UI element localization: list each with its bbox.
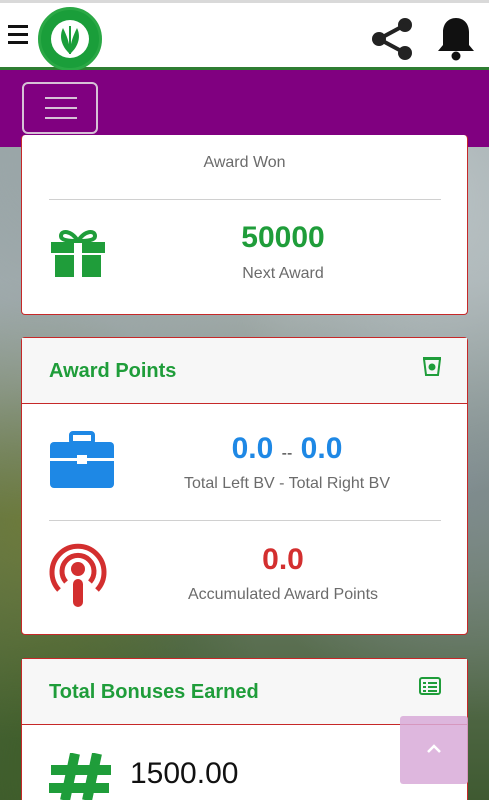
podcast-icon (49, 543, 107, 607)
award-won-label: Award Won (203, 154, 286, 171)
divider (49, 520, 441, 521)
share-icon[interactable] (368, 15, 416, 63)
accumulated-award-points-value: 0.0 (262, 543, 304, 576)
next-award-value: 50000 (241, 221, 325, 254)
bell-icon[interactable] (436, 15, 476, 61)
hamburger-icon[interactable] (8, 21, 30, 49)
natures-renaissance-logo[interactable] (38, 7, 102, 71)
award-points-card: Award Points 0.0 -- 0.0 Total Left BV - … (21, 337, 468, 635)
scroll-to-top-button[interactable] (400, 716, 468, 784)
cup-icon (423, 357, 441, 376)
right-bv-value: 0.0 (300, 432, 343, 465)
total-bonuses-title: Total Bonuses Earned (49, 681, 259, 703)
next-award-label: Next Award (242, 265, 324, 282)
navbar-toggler-button[interactable] (22, 82, 98, 134)
award-points-title: Award Points (49, 360, 177, 382)
card-header: Total Bonuses Earned (22, 659, 467, 725)
card-header: Award Points (22, 338, 467, 404)
top-bar (0, 0, 489, 71)
accumulated-award-points-label: Accumulated Award Points (187, 586, 379, 603)
list-alt-icon (419, 677, 441, 695)
gift-icon (51, 230, 105, 277)
divider (49, 199, 441, 200)
hashtag-icon (49, 753, 111, 800)
bv-separator: -- (281, 445, 293, 462)
award-card: Award Won 50000 Next Award (21, 135, 468, 315)
bv-label: Total Left BV - Total Right BV (183, 475, 391, 492)
bv-values: 0.0 -- 0.0 (142, 432, 432, 466)
chevron-up-icon (427, 744, 441, 753)
left-bv-value: 0.0 (231, 432, 274, 465)
total-bonuses-value: 1500.00 (130, 757, 239, 790)
briefcase-icon (50, 431, 114, 488)
